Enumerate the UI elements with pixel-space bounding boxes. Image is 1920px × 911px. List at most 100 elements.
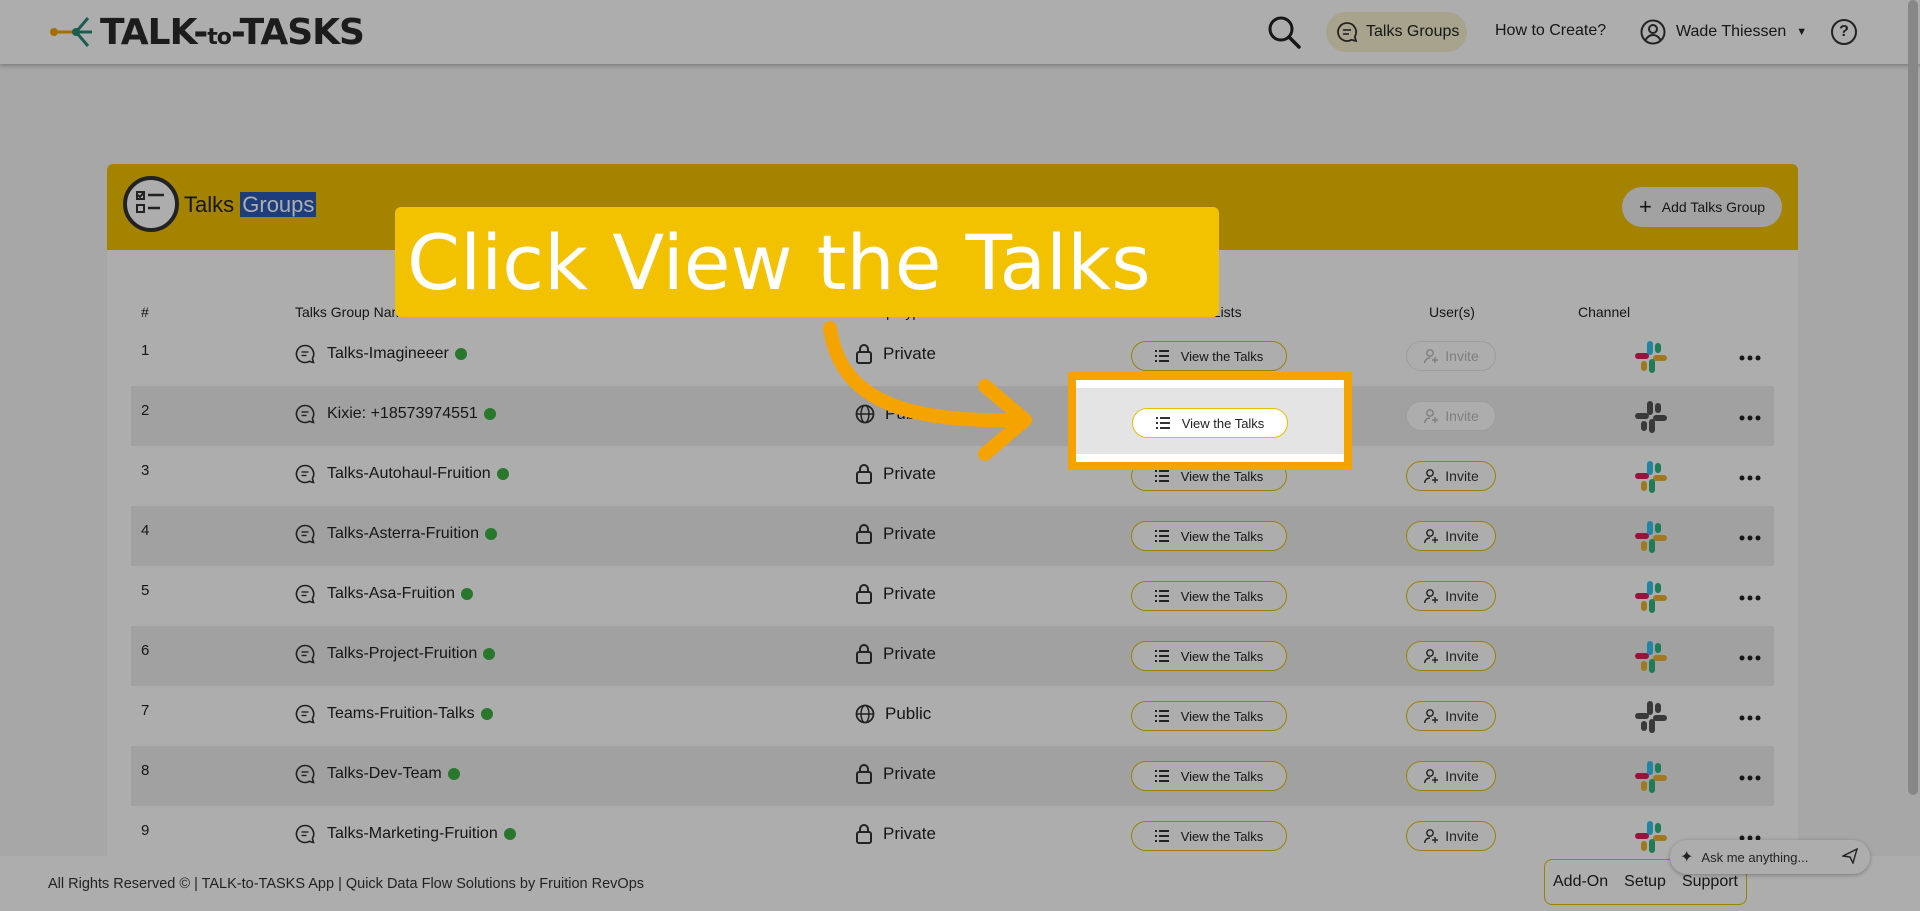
slack-channel-icon[interactable] [1633,639,1669,675]
view-the-talks-label: View the Talks [1180,468,1264,484]
group-chat-icon [295,704,315,724]
nav-talks-groups[interactable]: Talks Groups [1326,12,1467,52]
more-options-icon[interactable] [1739,475,1761,481]
search-icon[interactable] [1266,14,1302,50]
add-user-icon [1424,769,1439,784]
invite-button[interactable]: Invite [1406,521,1496,551]
slack-channel-icon[interactable] [1633,759,1669,795]
more-options-icon[interactable] [1739,355,1761,361]
row-number: 6 [141,642,150,659]
invite-button[interactable]: Invite [1406,641,1496,671]
group-name-label: Teams-Fruition-Talks [327,705,475,722]
logo-mark-icon [50,17,92,47]
slack-channel-icon[interactable] [1633,519,1669,555]
more-options-icon[interactable] [1739,655,1761,661]
more-options-icon[interactable] [1739,415,1761,421]
curved-arrow-icon [823,321,1032,461]
more-cell [1739,708,1761,726]
view-the-talks-button-highlighted[interactable]: View the Talks [1132,408,1288,438]
globe-icon [855,704,875,724]
slack-channel-icon[interactable] [1633,399,1669,435]
view-the-talks-button[interactable]: View the Talks [1131,521,1287,551]
invite-label: Invite [1445,348,1479,364]
assistant-input[interactable]: ✦ Ask me anything... [1670,840,1870,874]
view-the-talks-label: View the Talks [1180,648,1264,664]
group-type-label: Private [883,644,936,663]
group-type: Private [855,644,936,664]
group-name[interactable]: Talks-Dev-Team [295,764,460,784]
footer-copyright: All Rights Reserved © | TALK-to-TASKS Ap… [48,876,645,892]
invite-button[interactable]: Invite [1406,701,1496,731]
addon-link[interactable]: Add-On [1553,873,1608,891]
group-type-label: Private [883,824,936,843]
support-link[interactable]: Support [1682,873,1738,891]
group-name[interactable]: Teams-Fruition-Talks [295,704,493,724]
tutorial-callout: Click View the Talks [395,207,1219,317]
user-menu[interactable]: Wade Thiessen ▼ [1640,18,1807,46]
group-chat-icon [295,464,315,484]
view-the-talks-button[interactable]: View the Talks [1131,761,1287,791]
channel-cell [1633,759,1669,800]
checklist-chat-icon [123,176,179,232]
highlighted-row-cell: View the Talks [1076,388,1344,454]
online-status-dot [480,708,493,720]
nav-how-to-create[interactable]: How to Create? [1495,22,1606,40]
page-title: Talks Groups [184,192,317,217]
view-the-talks-label: View the Talks [1180,828,1264,844]
setup-link[interactable]: Setup [1624,873,1666,891]
user-name: Wade Thiessen [1676,23,1787,40]
invite-label: Invite [1445,768,1479,784]
channel-cell [1633,399,1669,440]
header-channel: Channel [1578,304,1631,320]
view-the-talks-button[interactable]: View the Talks [1131,821,1287,851]
view-the-talks-button[interactable]: View the Talks [1131,641,1287,671]
invite-button[interactable]: Invite [1406,581,1496,611]
more-options-icon[interactable] [1739,535,1761,541]
slack-channel-icon[interactable] [1633,339,1669,375]
group-name[interactable]: Kixie: +18573974551 [295,404,496,424]
app-logo[interactable]: TALK-to-TASKS [48,10,365,54]
view-the-talks-label: View the Talks [1180,708,1264,724]
scrollbar[interactable] [1908,0,1918,795]
slack-channel-icon[interactable] [1633,579,1669,615]
assistant-placeholder: Ask me anything... [1701,849,1809,865]
invite-label: Invite [1445,468,1479,484]
more-options-icon[interactable] [1739,775,1761,781]
group-chat-icon [295,644,315,664]
group-name[interactable]: Talks-Autohaul-Fruition [295,464,509,484]
invite-label: Invite [1445,588,1479,604]
group-name[interactable]: Talks-Imagineeer [295,344,467,364]
invite-button[interactable]: Invite [1406,821,1496,851]
group-name[interactable]: Talks-Asa-Fruition [295,584,474,604]
view-the-talks-button[interactable]: View the Talks [1131,581,1287,611]
invite-button[interactable]: Invite [1406,341,1496,371]
header-name: Talks Group Name [295,304,411,320]
view-the-talks-button[interactable]: View the Talks [1131,341,1287,371]
add-user-icon [1424,589,1439,604]
online-status-dot [483,648,496,660]
help-icon[interactable]: ? [1831,19,1857,45]
group-name-label: Talks-Imagineeer [327,345,449,362]
group-name[interactable]: Talks-Marketing-Fruition [295,824,516,844]
invite-button[interactable]: Invite [1406,761,1496,791]
group-name[interactable]: Talks-Asterra-Fruition [295,524,498,544]
invite-button[interactable]: Invite [1406,401,1496,431]
more-options-icon[interactable] [1739,595,1761,601]
slack-channel-icon[interactable] [1633,819,1669,855]
row-number: 3 [141,462,150,479]
more-options-icon[interactable] [1739,715,1761,721]
add-user-icon [1424,469,1439,484]
group-type-label: Private [883,584,936,603]
add-user-icon [1424,709,1439,724]
group-chat-icon [295,584,315,604]
slack-channel-icon[interactable] [1633,459,1669,495]
invite-label: Invite [1445,648,1479,664]
send-icon[interactable] [1842,848,1858,864]
invite-button[interactable]: Invite [1406,461,1496,491]
table-row: 5 Talks-Asa-Fruition Private View the Talks… [131,566,1774,626]
add-talks-group-button[interactable]: + Add Talks Group [1622,187,1782,227]
view-the-talks-button[interactable]: View the Talks [1131,701,1287,731]
group-name[interactable]: Talks-Project-Fruition [295,644,496,664]
more-cell [1739,588,1761,606]
slack-channel-icon[interactable] [1633,699,1669,735]
